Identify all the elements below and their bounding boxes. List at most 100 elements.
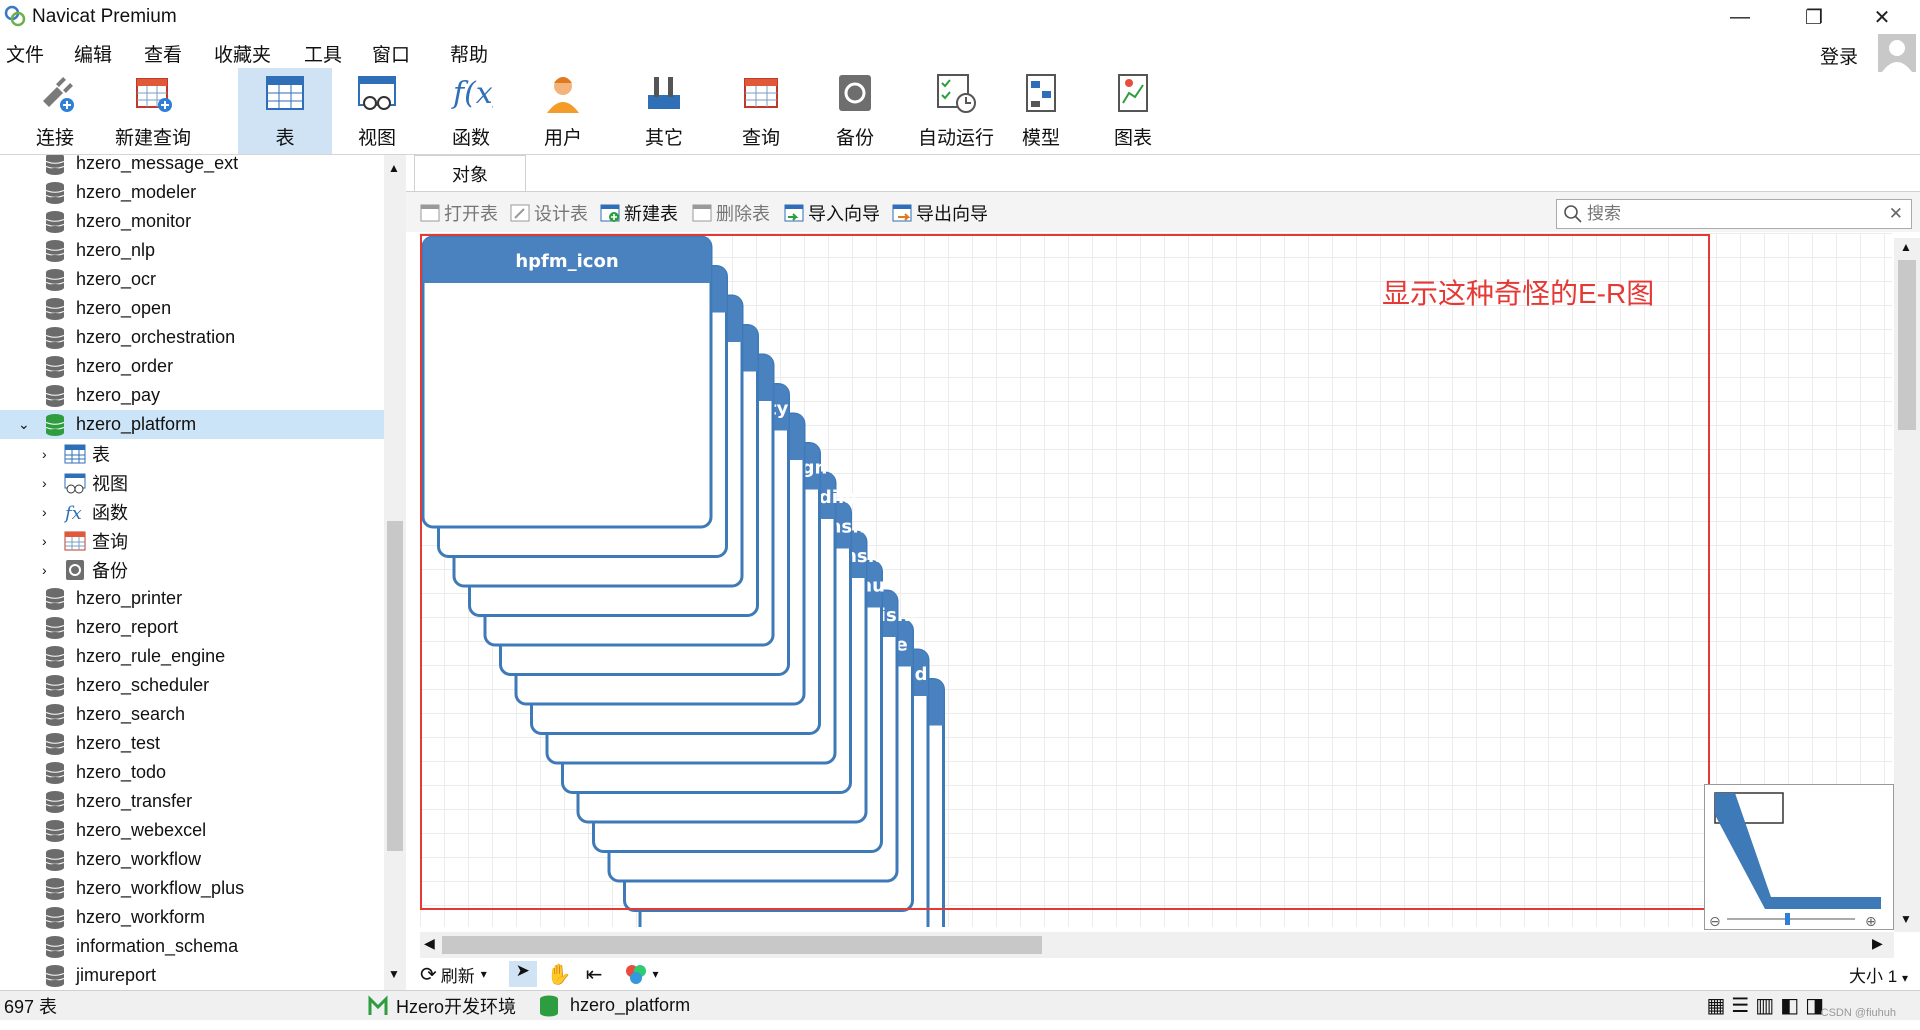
new-table-label: 新建表 <box>624 204 678 224</box>
login-link[interactable]: 登录 <box>1820 42 1858 69</box>
tree-item-database[interactable]: hzero_order <box>0 352 384 381</box>
model-button[interactable]: 模型 <box>1006 68 1076 154</box>
other-button[interactable]: 其它 <box>626 68 702 154</box>
design-table-button[interactable]: 设计表 <box>510 200 588 226</box>
er-entity[interactable]: hpfm_icon <box>421 235 713 529</box>
tree-item-database[interactable]: hzero_pay <box>0 381 384 410</box>
hand-tool[interactable]: ✋ <box>547 962 572 987</box>
tree-item-function[interactable]: › fx 函数 <box>0 497 384 526</box>
expand-chevron-icon[interactable]: › <box>42 504 47 520</box>
er-diagram-canvas[interactable]: hiam_doc_type_tlhiam_doc_type_sqlidhiam_… <box>420 233 1892 927</box>
tree-item-database[interactable]: hzero_rule_engine <box>0 642 384 671</box>
tree-item-database[interactable]: information_schema <box>0 932 384 961</box>
menu-file[interactable]: 文件 <box>6 40 44 67</box>
database-icon <box>45 384 65 407</box>
search-input[interactable] <box>1587 204 1877 224</box>
table-button[interactable]: 表 <box>238 68 332 154</box>
zoom-size-selector[interactable]: 大小 1 ▾ <box>1849 962 1908 987</box>
menu-view[interactable]: 查看 <box>144 40 182 67</box>
collapse-chevron-icon[interactable]: ⌄ <box>18 416 30 433</box>
tree-item-database[interactable]: hzero_message_ext <box>0 155 384 178</box>
tree-scroll-thumb[interactable] <box>387 521 403 851</box>
canvas-scroll-left-icon[interactable]: ◀ <box>424 935 435 952</box>
tree-scrollbar[interactable]: ▲ ▼ <box>384 155 406 990</box>
color-dropdown-icon[interactable]: ▾ <box>652 967 658 981</box>
import-wizard-button[interactable]: 导入向导 <box>784 200 880 226</box>
tree-item-database[interactable]: hzero_monitor <box>0 207 384 236</box>
database-icon <box>45 210 65 233</box>
open-table-button[interactable]: 打开表 <box>420 200 498 226</box>
menu-tools[interactable]: 工具 <box>304 40 342 67</box>
tree-item-database[interactable]: hzero_modeler <box>0 178 384 207</box>
tree-item-selected-database[interactable]: ⌄ hzero_platform <box>0 410 384 439</box>
canvas-scroll-right-icon[interactable]: ▶ <box>1872 935 1883 952</box>
tree-item-query[interactable]: › 查询 <box>0 526 384 555</box>
view-button[interactable]: 视图 <box>342 68 412 154</box>
close-button[interactable]: ✕ <box>1852 0 1912 34</box>
color-picker-button[interactable]: ▾ <box>624 962 659 986</box>
tree-item-database[interactable]: hzero_todo <box>0 758 384 787</box>
expand-chevron-icon[interactable]: › <box>42 562 47 578</box>
clear-search-icon[interactable]: ✕ <box>1889 204 1903 224</box>
er-minimap[interactable]: ⊖ ⊕ <box>1704 784 1894 930</box>
search-box[interactable]: ✕ <box>1556 199 1912 229</box>
tree-item-database[interactable]: hzero_workflow <box>0 845 384 874</box>
query-button[interactable]: 查询 <box>726 68 796 154</box>
scroll-up-icon[interactable]: ▲ <box>388 161 400 175</box>
expand-chevron-icon[interactable]: › <box>42 533 47 549</box>
tree-item-database[interactable]: hzero_report <box>0 613 384 642</box>
canvas-scroll-up-icon[interactable]: ▲ <box>1900 240 1912 254</box>
canvas-vertical-scrollbar[interactable]: ▲ ▼ <box>1894 238 1920 932</box>
tree-item-database[interactable]: hzero_workform <box>0 903 384 932</box>
table-count: 697 表 <box>4 996 58 1017</box>
new-table-button[interactable]: 新建表 <box>600 200 678 226</box>
delete-table-button[interactable]: 删除表 <box>692 200 770 226</box>
canvas-vscroll-thumb[interactable] <box>1898 260 1916 430</box>
restore-button[interactable]: ❐ <box>1784 0 1844 34</box>
tab-objects[interactable]: 对象 <box>414 155 526 191</box>
menu-help[interactable]: 帮助 <box>450 40 488 67</box>
canvas-hscroll-thumb[interactable] <box>442 936 1042 954</box>
svg-text:⊕: ⊕ <box>1865 913 1877 929</box>
minimize-button[interactable]: — <box>1710 0 1770 34</box>
tree-item-database[interactable]: jimureport <box>0 961 384 990</box>
tree-item-database[interactable]: hzero_search <box>0 700 384 729</box>
tree-item-database[interactable]: hzero_open <box>0 294 384 323</box>
expand-chevron-icon[interactable]: › <box>42 475 47 491</box>
scroll-down-icon[interactable]: ▼ <box>388 967 400 981</box>
tree-item-backup[interactable]: › 备份 <box>0 555 384 584</box>
menu-favorites[interactable]: 收藏夹 <box>214 40 271 67</box>
tree-item-database[interactable]: hzero_nlp <box>0 236 384 265</box>
view-mode-icons[interactable]: ▦☰▥◧◨ <box>1706 993 1830 1018</box>
tree-item-database[interactable]: hzero_transfer <box>0 787 384 816</box>
menu-edit[interactable]: 编辑 <box>74 40 112 67</box>
tree-item-database[interactable]: hzero_webexcel <box>0 816 384 845</box>
tree-item-database[interactable]: hzero_ocr <box>0 265 384 294</box>
tree-item-view[interactable]: › 视图 <box>0 468 384 497</box>
connect-button[interactable]: 连接 <box>20 68 90 154</box>
tree-item-database[interactable]: hzero_orchestration <box>0 323 384 352</box>
user-button[interactable]: 用户 <box>528 68 598 154</box>
tree-item-database[interactable]: hzero_test <box>0 729 384 758</box>
export-wizard-button[interactable]: 导出向导 <box>892 200 988 226</box>
expand-chevron-icon[interactable]: › <box>42 446 47 462</box>
canvas-scroll-down-icon[interactable]: ▼ <box>1900 912 1912 926</box>
refresh-button[interactable]: ⟳ 刷新 ▾ <box>420 962 487 987</box>
auto-run-button[interactable]: 自动运行 <box>908 68 1004 154</box>
menu-window[interactable]: 窗口 <box>372 40 410 67</box>
tree-item-table[interactable]: › 表 <box>0 439 384 468</box>
chart-button[interactable]: 图表 <box>1098 68 1168 154</box>
pointer-tool[interactable]: ➤ <box>508 961 537 987</box>
canvas-horizontal-scrollbar[interactable]: ◀ ▶ <box>420 932 1894 958</box>
watermark: CSDN @fiuhuh <box>1820 1007 1896 1019</box>
refresh-dropdown-icon[interactable]: ▾ <box>481 967 487 981</box>
tree-item-database[interactable]: hzero_workflow_plus <box>0 874 384 903</box>
relation-tool-icon[interactable]: ⇤ <box>586 962 603 987</box>
avatar[interactable] <box>1878 34 1916 72</box>
tree-item-database[interactable]: hzero_printer <box>0 584 384 613</box>
new-query-button[interactable]: 新建查询 <box>108 68 198 154</box>
navigation-tree[interactable]: hzero_message_ext hzero_modeler hzero_moni… <box>0 155 384 990</box>
tree-item-database[interactable]: hzero_scheduler <box>0 671 384 700</box>
backup-button[interactable]: 备份 <box>820 68 890 154</box>
function-button[interactable]: f(x) 函数 <box>436 68 506 154</box>
